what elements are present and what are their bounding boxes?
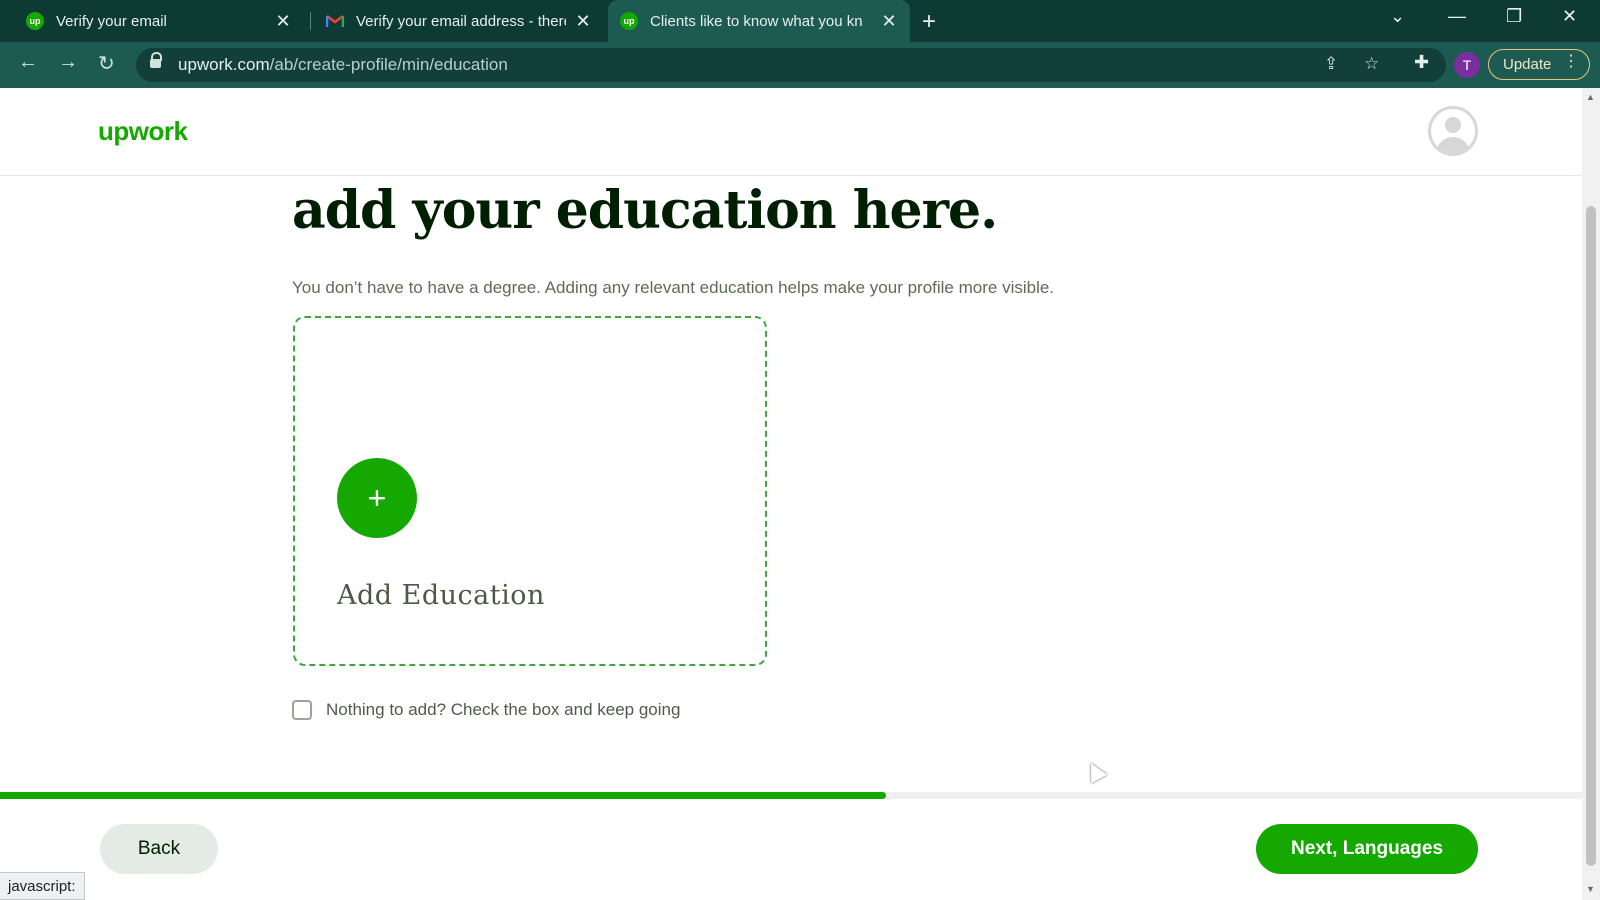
scrollbar-thumb[interactable] — [1586, 206, 1596, 866]
page-title: add your education here. — [292, 180, 998, 241]
lock-icon — [150, 52, 162, 68]
extensions-puzzle-icon[interactable]: ✚ — [1414, 52, 1429, 73]
tab-search-chevron-icon[interactable]: ⌄ — [1390, 6, 1405, 27]
back-arrow-icon[interactable]: ← — [18, 51, 38, 74]
forward-arrow-icon[interactable]: → — [58, 51, 78, 74]
share-icon[interactable]: ⇪ — [1324, 54, 1338, 74]
reload-icon[interactable]: ↻ — [98, 51, 115, 76]
close-icon[interactable]: ✕ — [880, 11, 898, 32]
user-avatar-icon[interactable] — [1428, 106, 1478, 156]
browser-tab-bar: up Verify your email ✕ Verify your email… — [0, 0, 1600, 42]
upwork-favicon-icon: up — [26, 12, 44, 30]
back-button[interactable]: Back — [100, 824, 218, 874]
update-button[interactable]: Update ⋮ — [1488, 49, 1590, 80]
gmail-icon — [326, 12, 344, 30]
add-education-label: Add Education — [337, 580, 545, 611]
tab-title: Verify your email — [56, 12, 167, 30]
address-bar[interactable]: upwork.com/ab/create-profile/min/educati… — [136, 48, 1446, 82]
page-scrollbar[interactable]: ▲ ▼ — [1582, 88, 1600, 900]
profile-avatar[interactable]: T — [1454, 52, 1480, 78]
scroll-up-arrow-icon[interactable]: ▲ — [1586, 92, 1595, 102]
tab-gmail-verify[interactable]: Verify your email address - there ✕ — [314, 0, 604, 42]
browser-toolbar: ← → ↻ upwork.com/ab/create-profile/min/e… — [0, 42, 1600, 88]
progress-bar-fill — [0, 792, 886, 799]
url-text: upwork.com/ab/create-profile/min/educati… — [178, 55, 508, 74]
add-education-card[interactable]: + Add Education — [293, 316, 767, 666]
close-icon[interactable]: ✕ — [274, 11, 292, 32]
tab-title: Verify your email address - there — [356, 12, 566, 30]
update-label: Update — [1503, 56, 1552, 73]
bookmark-star-icon[interactable]: ☆ — [1364, 54, 1379, 74]
more-menu-icon[interactable]: ⋮ — [1563, 54, 1579, 70]
tab-title: Clients like to know what you kn — [650, 12, 863, 30]
new-tab-plus-icon[interactable]: + — [922, 8, 936, 36]
tab-separator — [310, 12, 311, 30]
page-subtitle: You don’t have to have a degree. Adding … — [292, 278, 1055, 297]
close-icon[interactable]: ✕ — [574, 11, 592, 32]
skip-education-checkbox[interactable] — [292, 700, 312, 720]
site-header: upwork — [0, 88, 1582, 176]
mouse-cursor — [1082, 758, 1108, 784]
restore-icon[interactable]: ❐ — [1506, 6, 1522, 27]
skip-education-label: Nothing to add? Check the box and keep g… — [326, 700, 681, 719]
tab-verify-email[interactable]: up Verify your email ✕ — [14, 0, 304, 42]
next-languages-button[interactable]: Next, Languages — [1256, 824, 1478, 874]
tab-clients-like[interactable]: up Clients like to know what you kn ✕ — [608, 0, 910, 42]
skip-education-row[interactable]: Nothing to add? Check the box and keep g… — [292, 700, 680, 720]
minimize-icon[interactable]: — — [1448, 6, 1466, 27]
page-content: upwork add your education here. You don’… — [0, 88, 1582, 900]
close-window-icon[interactable]: ✕ — [1562, 6, 1577, 27]
status-bar: javascript: — [0, 872, 85, 900]
progress-bar — [0, 792, 1582, 799]
scroll-down-arrow-icon[interactable]: ▼ — [1586, 884, 1595, 894]
upwork-favicon-icon: up — [620, 12, 638, 30]
plus-icon[interactable]: + — [337, 458, 417, 538]
upwork-logo[interactable]: upwork — [98, 116, 188, 147]
